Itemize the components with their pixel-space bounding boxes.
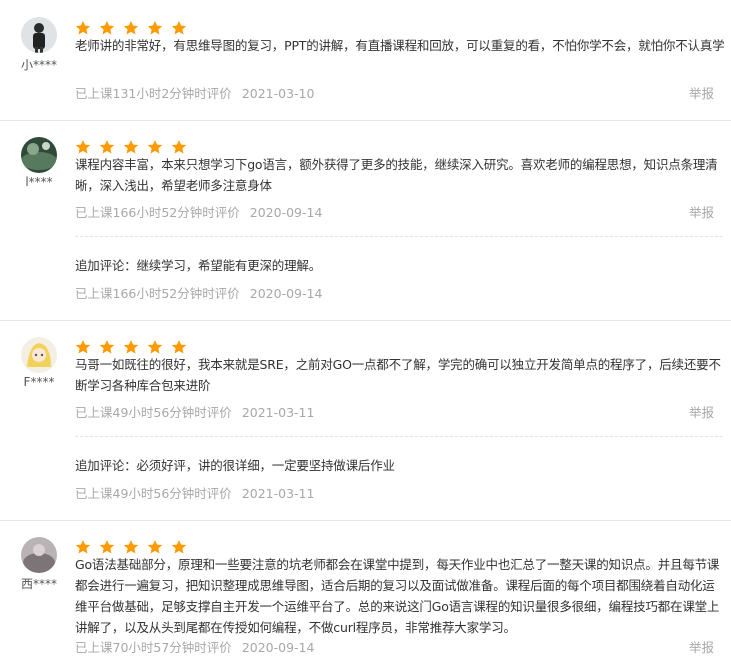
- star-icon: [147, 539, 163, 555]
- review-text: 马哥一如既往的很好，我本来就是SRE，之前对GO一点都不了解，学完的确可以独立开…: [75, 357, 721, 393]
- study-time: 已上课49小时56分钟时评价: [75, 486, 232, 501]
- followup-text: 追加评论：继续学习，希望能有更深的理解。: [75, 258, 322, 273]
- review-text: Go语法基础部分，原理和一些要注意的坑老师都会在课堂中提到，每天作业中也汇总了一…: [75, 557, 720, 635]
- followup-text: 追加评论：必须好评，讲的很详细，一定要坚持做课后作业: [75, 458, 395, 473]
- followup-meta: 已上课166小时52分钟时评价 2020-09-14: [75, 283, 322, 302]
- star-rating: [75, 20, 190, 36]
- report-link[interactable]: 举报: [689, 202, 714, 221]
- report-link[interactable]: 举报: [689, 83, 714, 102]
- star-icon: [123, 20, 139, 36]
- review-meta: 已上课70小时57分钟时评价 2020-09-14: [75, 637, 314, 656]
- report-link[interactable]: 举报: [689, 402, 714, 421]
- star-icon: [99, 539, 115, 555]
- divider: [0, 520, 731, 521]
- star-icon: [75, 339, 91, 355]
- review-text: 课程内容丰富，本来只想学习下go语言，额外获得了更多的技能，继续深入研究。喜欢老…: [75, 157, 718, 193]
- avatar[interactable]: [21, 537, 57, 573]
- star-icon: [75, 20, 91, 36]
- star-icon: [123, 139, 139, 155]
- review-text: 老师讲的非常好，有思维导图的复习，PPT的讲解，有直播课程和回放，可以重复的看，…: [75, 38, 725, 53]
- star-icon: [171, 20, 187, 36]
- study-time: 已上课49小时56分钟时评价: [75, 405, 232, 420]
- study-time: 已上课131小时2分钟时评价: [75, 86, 232, 101]
- divider: [75, 236, 723, 237]
- review-meta: 已上课49小时56分钟时评价 2021-03-11: [75, 402, 314, 421]
- report-link[interactable]: 举报: [689, 637, 714, 656]
- review-meta: 已上课131小时2分钟时评价 2021-03-10: [75, 83, 314, 102]
- username[interactable]: F****: [0, 375, 78, 389]
- star-icon: [75, 539, 91, 555]
- star-icon: [171, 139, 187, 155]
- star-icon: [75, 139, 91, 155]
- review-date: 2021-03-11: [241, 486, 315, 501]
- star-rating: [75, 139, 190, 155]
- star-icon: [99, 20, 115, 36]
- star-rating: [75, 539, 190, 555]
- star-icon: [147, 139, 163, 155]
- avatar[interactable]: [21, 17, 57, 53]
- star-icon: [147, 20, 163, 36]
- star-rating: [75, 339, 190, 355]
- study-time: 已上课70小时57分钟时评价: [75, 640, 232, 655]
- star-icon: [99, 139, 115, 155]
- username[interactable]: 西****: [0, 575, 78, 592]
- star-icon: [123, 539, 139, 555]
- followup-meta: 已上课49小时56分钟时评价 2021-03-11: [75, 483, 314, 502]
- review-date: 2020-09-14: [249, 205, 323, 220]
- star-icon: [123, 339, 139, 355]
- review-date: 2021-03-10: [241, 86, 315, 101]
- divider: [0, 120, 731, 121]
- username[interactable]: 小****: [0, 56, 78, 73]
- review-date: 2021-03-11: [241, 405, 315, 420]
- star-icon: [171, 339, 187, 355]
- star-icon: [171, 539, 187, 555]
- study-time: 已上课166小时52分钟时评价: [75, 286, 240, 301]
- divider: [75, 436, 723, 437]
- avatar[interactable]: [21, 337, 57, 373]
- divider: [0, 320, 731, 321]
- review-meta: 已上课166小时52分钟时评价 2020-09-14: [75, 202, 322, 221]
- review-date: 2020-09-14: [241, 640, 315, 655]
- study-time: 已上课166小时52分钟时评价: [75, 205, 240, 220]
- star-icon: [147, 339, 163, 355]
- username[interactable]: l****: [0, 175, 78, 189]
- avatar[interactable]: [21, 137, 57, 173]
- star-icon: [99, 339, 115, 355]
- review-date: 2020-09-14: [249, 286, 323, 301]
